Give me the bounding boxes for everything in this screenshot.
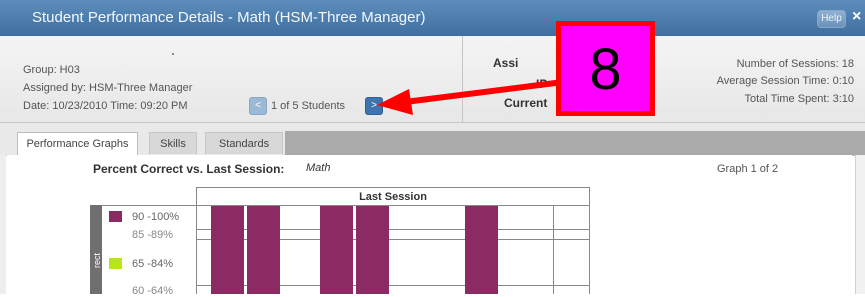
- annotation-arrow: [377, 78, 572, 115]
- arrow-shaft: [404, 78, 572, 105]
- callout-number: 8: [589, 37, 622, 102]
- callout-box: 8: [556, 21, 655, 116]
- arrow-head: [377, 89, 413, 115]
